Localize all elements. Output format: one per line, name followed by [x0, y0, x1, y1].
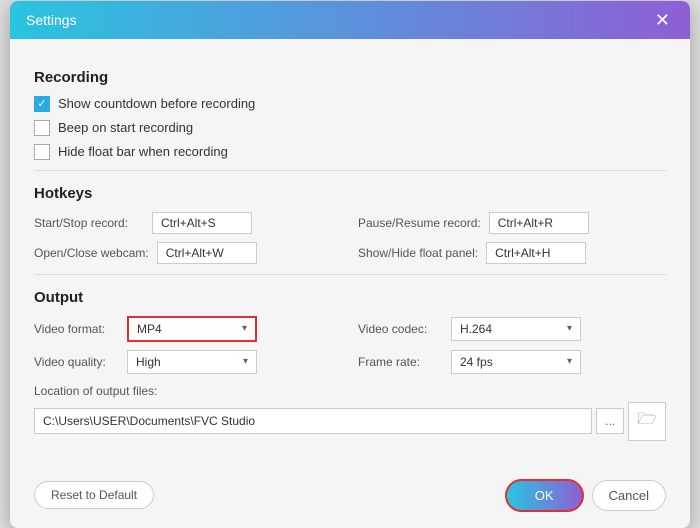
pause-resume-input[interactable]	[489, 212, 589, 234]
hotkeys-grid: Start/Stop record: Pause/Resume record: …	[34, 212, 666, 264]
file-location-label: Location of output files:	[34, 384, 666, 398]
video-codec-chevron-icon: ▾	[567, 323, 572, 334]
folder-icon-button[interactable]: 🗁	[628, 402, 666, 441]
start-stop-input[interactable]	[152, 212, 252, 234]
recording-section: Recording Show countdown before recordin…	[34, 69, 666, 160]
video-quality-chevron-icon: ▾	[243, 356, 248, 367]
video-quality-value: High	[136, 355, 161, 369]
reset-to-default-button[interactable]: Reset to Default	[34, 481, 154, 509]
show-hide-input[interactable]	[486, 242, 586, 264]
video-format-value: MP4	[137, 322, 162, 336]
file-location-row: ... 🗁	[34, 402, 666, 441]
video-quality-select[interactable]: High ▾	[127, 350, 257, 374]
hide-float-bar-row: Hide float bar when recording	[34, 144, 666, 160]
frame-rate-value: 24 fps	[460, 355, 493, 369]
video-quality-row: Video quality: High ▾	[34, 350, 342, 374]
dialog-body: Recording Show countdown before recordin…	[10, 39, 690, 469]
file-location-section: Location of output files: ... 🗁	[34, 384, 666, 441]
file-path-input[interactable]	[34, 408, 592, 434]
dots-button[interactable]: ...	[596, 408, 624, 434]
hide-float-bar-checkbox[interactable]	[34, 144, 50, 160]
beep-on-start-label: Beep on start recording	[58, 120, 193, 135]
show-hide-label: Show/Hide float panel:	[358, 246, 478, 260]
beep-on-start-row: Beep on start recording	[34, 120, 666, 136]
settings-dialog: Settings ✕ Recording Show countdown befo…	[10, 1, 690, 528]
hotkeys-section: Hotkeys Start/Stop record: Pause/Resume …	[34, 185, 666, 264]
hotkeys-section-title: Hotkeys	[34, 185, 666, 202]
dialog-title: Settings	[26, 12, 77, 28]
show-hide-row: Show/Hide float panel:	[358, 242, 666, 264]
beep-on-start-checkbox[interactable]	[34, 120, 50, 136]
frame-rate-select[interactable]: 24 fps ▾	[451, 350, 581, 374]
frame-rate-row: Frame rate: 24 fps ▾	[358, 350, 666, 374]
video-codec-value: H.264	[460, 322, 492, 336]
ok-button[interactable]: OK	[505, 479, 584, 512]
recording-section-title: Recording	[34, 69, 666, 86]
open-close-label: Open/Close webcam:	[34, 246, 149, 260]
pause-resume-label: Pause/Resume record:	[358, 216, 481, 230]
video-format-row: Video format: MP4 ▾	[34, 316, 342, 342]
frame-rate-label: Frame rate:	[358, 355, 443, 369]
open-close-row: Open/Close webcam:	[34, 242, 342, 264]
close-button[interactable]: ✕	[651, 11, 674, 29]
video-format-select[interactable]: MP4 ▾	[127, 316, 257, 342]
title-bar: Settings ✕	[10, 1, 690, 39]
start-stop-row: Start/Stop record:	[34, 212, 342, 234]
cancel-button[interactable]: Cancel	[592, 480, 666, 511]
folder-icon: 🗁	[637, 411, 657, 428]
show-countdown-label: Show countdown before recording	[58, 96, 255, 111]
video-codec-label: Video codec:	[358, 322, 443, 336]
open-close-input[interactable]	[157, 242, 257, 264]
video-quality-label: Video quality:	[34, 355, 119, 369]
video-codec-row: Video codec: H.264 ▾	[358, 316, 666, 342]
hide-float-bar-label: Hide float bar when recording	[58, 144, 228, 159]
footer-right-buttons: OK Cancel	[505, 479, 666, 512]
show-countdown-checkbox[interactable]	[34, 96, 50, 112]
show-countdown-row: Show countdown before recording	[34, 96, 666, 112]
frame-rate-chevron-icon: ▾	[567, 356, 572, 367]
video-format-chevron-icon: ▾	[242, 323, 247, 334]
dialog-footer: Reset to Default OK Cancel	[10, 469, 690, 528]
video-codec-select[interactable]: H.264 ▾	[451, 317, 581, 341]
pause-resume-row: Pause/Resume record:	[358, 212, 666, 234]
video-format-label: Video format:	[34, 322, 119, 336]
start-stop-label: Start/Stop record:	[34, 216, 144, 230]
output-section: Output Video format: MP4 ▾ Video codec: …	[34, 289, 666, 441]
output-section-title: Output	[34, 289, 666, 306]
output-grid: Video format: MP4 ▾ Video codec: H.264 ▾…	[34, 316, 666, 374]
